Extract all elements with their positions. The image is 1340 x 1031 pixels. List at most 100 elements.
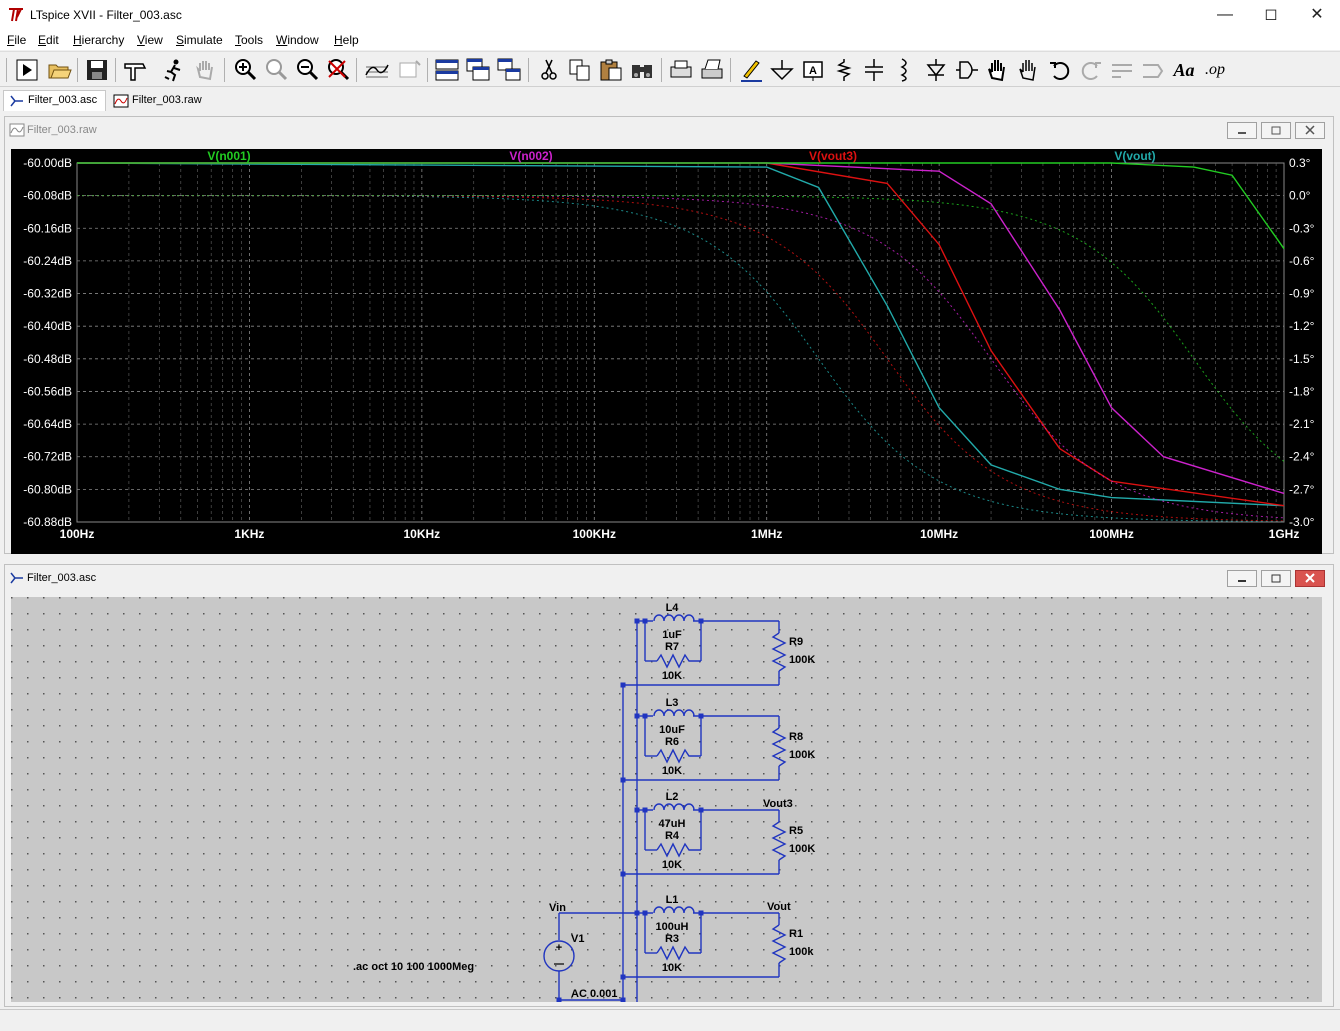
tab-waveform-label: Filter_003.raw: [132, 94, 202, 106]
resistor-ref: R6: [665, 736, 679, 748]
menu-tools[interactable]: Tools: [235, 33, 263, 47]
pan-icon[interactable]: [193, 57, 219, 83]
tab-schematic-label: Filter_003.asc: [28, 94, 98, 106]
junction-dot: [620, 974, 626, 980]
text-icon[interactable]: Aa: [1171, 57, 1197, 83]
run-icon[interactable]: [14, 57, 40, 83]
bode-plot[interactable]: 100Hz 1KHz 10KHz 100KHz 1MHz 10MHz 100MHz 1GHz-…: [11, 149, 1322, 554]
resistor-icon[interactable]: [831, 57, 857, 83]
maximize-button[interactable]: ◻: [1248, 0, 1294, 30]
spice-directive-icon[interactable]: .op: [1202, 57, 1228, 83]
rotate-icon[interactable]: [1109, 57, 1135, 83]
resistor-ref: R4: [665, 830, 680, 842]
trace-legend-label: V(n002): [509, 149, 552, 163]
spice-directive-text: .ac oct 10 100 1000Meg: [353, 961, 474, 973]
magnitude-trace: [77, 162, 1285, 495]
cascade-icon[interactable]: [465, 57, 491, 83]
close-button[interactable]: ✕: [1294, 0, 1340, 30]
diode-icon[interactable]: [923, 57, 949, 83]
x-tick-label: 10KHz: [404, 527, 441, 541]
find-icon[interactable]: [629, 57, 655, 83]
y-right-tick-label: 0.0°: [1289, 189, 1311, 203]
schematic-restore-button[interactable]: [1261, 570, 1291, 587]
inductor-value: 1uF: [662, 629, 682, 641]
y-right-tick-label: -2.1°: [1289, 417, 1315, 431]
y-left-tick-label: -60.88dB: [23, 515, 72, 529]
waveform-close-button[interactable]: [1295, 122, 1325, 139]
phase-trace: [76, 195, 1285, 522]
ltspice-app-icon: [9, 8, 23, 22]
resistor-value: 10K: [662, 859, 682, 871]
zoom-fit-icon[interactable]: [325, 57, 351, 83]
resistor-ref: R7: [665, 641, 679, 653]
mirror-icon[interactable]: [1140, 57, 1166, 83]
y-left-tick-label: -60.00dB: [23, 156, 72, 170]
delete-plot-icon[interactable]: [396, 57, 422, 83]
y-left-tick-label: -60.56dB: [23, 384, 72, 398]
zoom-in-icon[interactable]: [232, 57, 258, 83]
component-icon[interactable]: [954, 57, 980, 83]
zoom-out-icon[interactable]: [294, 57, 320, 83]
status-bar: [0, 1009, 1340, 1031]
waveform-minimize-button[interactable]: [1227, 122, 1257, 139]
schematic-minimize-button[interactable]: [1227, 570, 1257, 587]
menu-window[interactable]: Window: [276, 33, 319, 47]
waveform-window: Filter_003.raw 100Hz 1KHz 10KHz 100KHz 1MHz 1…: [4, 116, 1334, 554]
menu-help[interactable]: Help: [334, 33, 359, 47]
inductor-ref: L1: [666, 894, 679, 906]
save-icon[interactable]: [84, 57, 110, 83]
print-icon[interactable]: [699, 57, 725, 83]
schematic-close-button[interactable]: [1295, 570, 1325, 587]
trace-legend-label: V(vout3): [809, 149, 857, 163]
ground-icon[interactable]: [769, 57, 795, 83]
resistor-value: 10K: [662, 962, 682, 974]
undo-icon[interactable]: [1047, 57, 1073, 83]
source-ref: V1: [571, 933, 584, 945]
plot-frame: [76, 162, 1285, 523]
menu-bar: File Edit Hierarchy View Simulate Tools …: [0, 30, 1340, 50]
pick-visible-traces-icon[interactable]: [161, 57, 187, 83]
minimize-button[interactable]: —: [1202, 0, 1248, 30]
plot-pane[interactable]: 100Hz 1KHz 10KHz 100KHz 1MHz 10MHz 100MHz 1GHz -…: [11, 149, 1322, 554]
copy-icon[interactable]: [567, 57, 593, 83]
control-panel-icon[interactable]: [122, 57, 148, 83]
toolbar-separator: [77, 58, 78, 82]
load-resistor-ref: R8: [789, 731, 803, 743]
tile-vertical-icon[interactable]: [496, 57, 522, 83]
y-right-tick-label: -1.2°: [1289, 319, 1315, 333]
inductor-value: 47uH: [659, 818, 686, 830]
menu-simulate[interactable]: Simulate: [176, 33, 223, 47]
toolbar-separator: [356, 58, 357, 82]
y-right-tick-label: -0.9°: [1289, 287, 1315, 301]
redo-icon[interactable]: [1078, 57, 1104, 83]
cut-icon[interactable]: [536, 57, 562, 83]
menu-hierarchy[interactable]: Hierarchy: [73, 33, 124, 47]
net-label-vin: Vin: [549, 902, 566, 914]
y-left-tick-label: -60.80dB: [23, 482, 72, 496]
x-tick-label: 1MHz: [751, 527, 782, 541]
toolbar-separator: [661, 58, 662, 82]
schematic-canvas[interactable]: L4 1uF R7 10K R9 100K L3 10uF R6 10K R8 100K L2 47uH R…: [11, 597, 1322, 1003]
capacitor-icon[interactable]: [861, 57, 887, 83]
zoom-area-icon[interactable]: [263, 57, 289, 83]
tab-schematic[interactable]: Filter_003.asc: [3, 90, 106, 111]
label-net-icon[interactable]: A: [800, 57, 826, 83]
print-setup-icon[interactable]: [668, 57, 694, 83]
trace-legend-label: V(n001): [207, 149, 250, 163]
menu-edit[interactable]: Edit: [38, 33, 59, 47]
tab-waveform[interactable]: Filter_003.raw: [107, 90, 209, 111]
draw-wire-icon[interactable]: [738, 57, 764, 83]
toolbar-separator: [224, 58, 225, 82]
inductor-icon[interactable]: [892, 57, 918, 83]
waveform-restore-button[interactable]: [1261, 122, 1291, 139]
drag-icon[interactable]: [1016, 57, 1042, 83]
magnitude-trace: [77, 162, 1285, 507]
autorange-icon[interactable]: [364, 57, 390, 83]
schematic-drawing[interactable]: L41uFR710KR9100KL310uFR610KR8100KL247uHR…: [11, 597, 1322, 1003]
menu-view[interactable]: View: [137, 33, 163, 47]
paste-icon[interactable]: [598, 57, 624, 83]
open-icon[interactable]: [46, 57, 72, 83]
tile-horizontal-icon[interactable]: [434, 57, 460, 83]
move-icon[interactable]: [985, 57, 1011, 83]
menu-file[interactable]: File: [7, 33, 26, 47]
